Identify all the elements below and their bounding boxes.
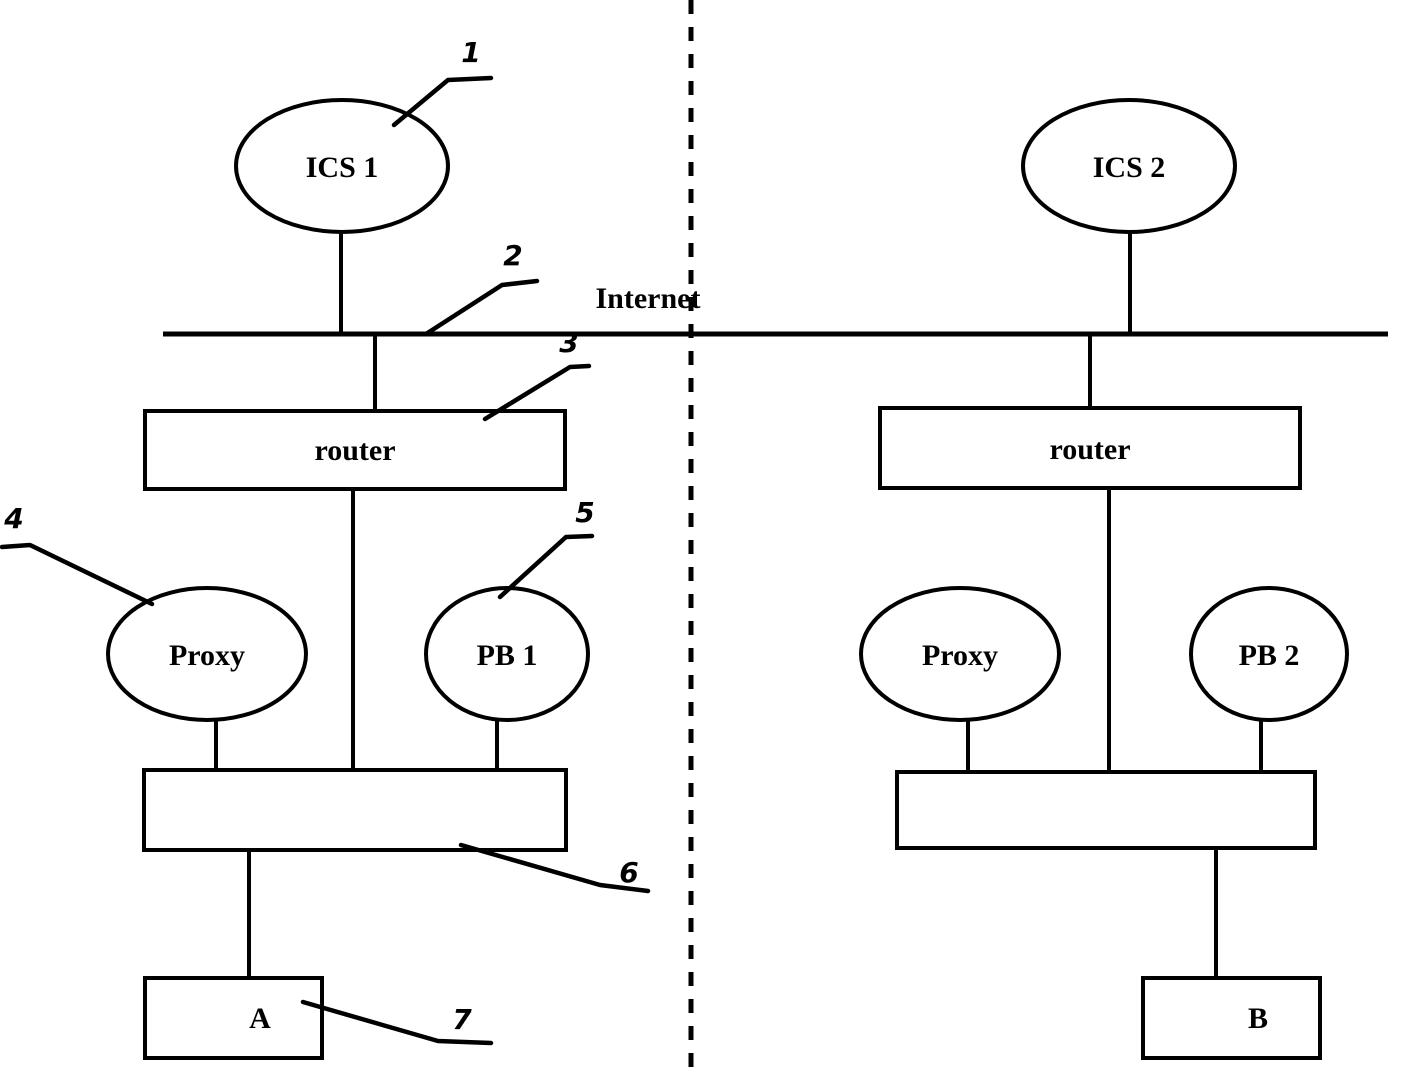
node-proxy-right-label: Proxy (922, 639, 998, 672)
node-host-a-label: A (249, 1002, 271, 1035)
callout-1-label: 1 (461, 36, 480, 69)
node-lan-right-bar[interactable] (895, 770, 1317, 850)
callout-7-label: 7 (452, 1003, 472, 1036)
node-host-a-box[interactable] (143, 976, 324, 1060)
node-router-left-label: router (314, 434, 395, 467)
node-ics2-label: ICS 2 (1093, 151, 1166, 184)
node-host-b-label: B (1248, 1002, 1268, 1035)
callout-2-leader-line (423, 278, 540, 337)
node-lan-left-bar[interactable] (142, 768, 568, 852)
node-proxy-left-label: Proxy (169, 639, 245, 672)
node-pb2-label: PB 2 (1239, 639, 1300, 672)
diagram-canvas: ICS 1 router Proxy PB 1 A ICS 2 router P… (0, 0, 1404, 1079)
callout-2-label: 2 (503, 239, 522, 272)
node-pb1-label: PB 1 (477, 639, 538, 672)
callout-4-leader-line (0, 542, 155, 607)
network-diagram: ICS 1 router Proxy PB 1 A ICS 2 router P… (0, 0, 1388, 1079)
node-host-b-box[interactable] (1141, 976, 1322, 1060)
callout-3-label: 3 (559, 326, 578, 359)
node-ics1-label: ICS 1 (306, 151, 379, 184)
internet-label: Internet (596, 282, 701, 315)
callout-5-label: 5 (575, 496, 594, 529)
callout-6-label: 6 (619, 856, 638, 889)
callout-4-label: 4 (3, 502, 23, 535)
node-router-right-label: router (1049, 433, 1130, 466)
